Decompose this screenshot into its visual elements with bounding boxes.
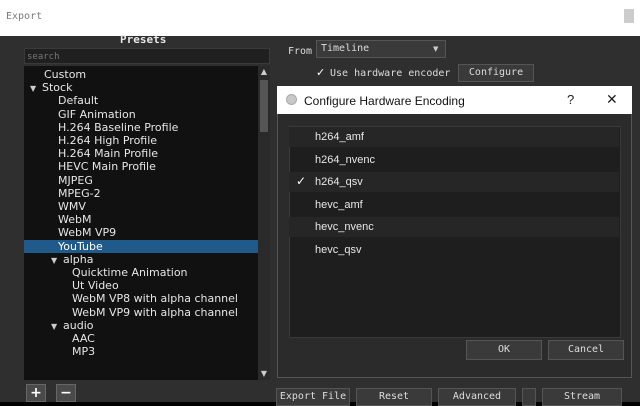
cancel-button[interactable]: Cancel xyxy=(548,340,624,360)
tree-item-label: AAC xyxy=(72,332,95,345)
tree-item[interactable]: YouTube xyxy=(24,239,270,253)
tree-item-label: H.264 Main Profile xyxy=(58,147,159,161)
configure-button[interactable]: Configure xyxy=(458,64,534,82)
tree-item[interactable]: HEVC Main Profile xyxy=(24,160,270,173)
hardware-encoder-checkbox[interactable]: ✓ xyxy=(316,66,325,79)
close-icon[interactable]: ✕ xyxy=(606,91,618,108)
tree-item-label: HEVC Main Profile xyxy=(58,160,156,174)
tree-item-label: H.264 Baseline Profile xyxy=(58,120,179,134)
checkmark-icon[interactable]: ✓ xyxy=(296,174,306,188)
tree-item-label: Quicktime Animation xyxy=(72,266,188,279)
encoder-label: hevc_qsv xyxy=(315,243,362,256)
tree-item[interactable]: AAC xyxy=(24,332,270,345)
app-icon xyxy=(286,94,297,105)
expand-arrow-icon[interactable]: ▼ xyxy=(51,320,63,333)
tree-item[interactable]: Quicktime Animation xyxy=(24,266,270,279)
help-button[interactable]: ? xyxy=(567,92,574,107)
tree-item[interactable]: MPEG-2 xyxy=(24,187,270,200)
presets-tree: Custom ▼ Stock Default GIF Animation H.264 Ba… xyxy=(24,66,270,380)
tree-item-label: alpha xyxy=(63,252,94,266)
scroll-up-icon[interactable]: ▲ xyxy=(258,66,270,78)
tree-item[interactable]: Ut Video xyxy=(24,279,270,292)
tree-item-label: WebM VP9 xyxy=(58,226,117,240)
tree-item[interactable]: WebM VP9 xyxy=(24,226,270,239)
expand-arrow-icon[interactable]: ▼ xyxy=(51,254,63,267)
tree-item-label: Ut Video xyxy=(72,279,119,293)
tree-item-label: GIF Animation xyxy=(58,107,136,121)
tree-item-label: WebM VP8 with alpha channel xyxy=(72,292,238,306)
advanced-button[interactable]: Advanced xyxy=(438,388,516,406)
stream-toggle[interactable] xyxy=(522,388,536,406)
tree-item[interactable]: ▼ audio xyxy=(24,319,270,332)
expand-arrow-icon[interactable]: ▼ xyxy=(30,82,42,95)
from-select[interactable]: Timeline xyxy=(316,40,446,58)
tree-item[interactable]: WebM VP8 with alpha channel xyxy=(24,292,270,305)
tree-item-label: MPEG-2 xyxy=(58,186,101,200)
tree-item-label: YouTube xyxy=(58,239,103,253)
tree-item[interactable]: MJPEG xyxy=(24,174,270,187)
scroll-down-icon[interactable]: ▼ xyxy=(258,368,270,380)
tree-item-label: Custom xyxy=(44,68,87,81)
tree-item-label: Stock xyxy=(42,81,73,95)
dialog-title: Configure Hardware Encoding xyxy=(304,94,465,108)
tree-item-label: WebM xyxy=(58,213,92,227)
stream-button[interactable]: Stream xyxy=(542,388,622,406)
tree-item-label: MP3 xyxy=(72,345,96,359)
tree-item[interactable]: H.264 Main Profile xyxy=(24,147,270,160)
window-title: Export xyxy=(6,11,43,22)
encoder-label: h264_amf xyxy=(315,131,364,143)
tree-item-label: WMV xyxy=(58,200,86,213)
encoder-label: hevc_nvenc xyxy=(315,221,374,233)
ok-button[interactable]: OK xyxy=(466,340,542,360)
tree-item-label: MJPEG xyxy=(58,173,93,187)
tree-item[interactable]: WebM xyxy=(24,213,270,226)
tree-item[interactable]: MP3 xyxy=(24,345,270,358)
tree-item[interactable]: WebM VP9 with alpha channel xyxy=(24,306,270,319)
hardware-encoder-label: Use hardware encoder xyxy=(330,68,451,79)
from-label: From xyxy=(288,46,313,57)
tree-scroll-thumb[interactable] xyxy=(260,80,268,132)
tree-item[interactable]: Default xyxy=(24,94,270,107)
encoder-label: hevc_amf xyxy=(315,198,363,211)
tree-item[interactable]: Custom xyxy=(24,68,270,81)
presets-title: Presets xyxy=(120,33,167,46)
tree-item-label: audio xyxy=(63,318,94,332)
export-file-button[interactable]: Export File xyxy=(276,388,350,406)
reset-button[interactable]: Reset xyxy=(356,388,432,406)
encoder-label: h264_qsv xyxy=(315,176,363,188)
tree-item[interactable]: ▼ alpha xyxy=(24,253,270,266)
tree-item-label: H.264 High Profile xyxy=(58,134,158,147)
tree-item-label: Default xyxy=(58,94,99,108)
remove-preset-button[interactable]: − xyxy=(56,384,76,402)
tree-item[interactable]: WMV xyxy=(24,200,270,213)
tree-item[interactable]: GIF Animation xyxy=(24,108,270,121)
window-titlebar xyxy=(0,0,640,36)
encoder-label: h264_nvenc xyxy=(315,153,375,166)
search-input[interactable]: search xyxy=(24,48,270,64)
tree-item[interactable]: ▼ Stock xyxy=(24,81,266,94)
tree-item[interactable]: H.264 Baseline Profile xyxy=(24,121,270,134)
add-preset-button[interactable]: + xyxy=(26,384,46,402)
tree-item[interactable]: H.264 High Profile xyxy=(24,134,270,147)
chevron-down-icon: ▼ xyxy=(433,45,439,53)
float-button[interactable] xyxy=(624,9,634,23)
tree-item-label: WebM VP9 with alpha channel xyxy=(72,305,238,319)
